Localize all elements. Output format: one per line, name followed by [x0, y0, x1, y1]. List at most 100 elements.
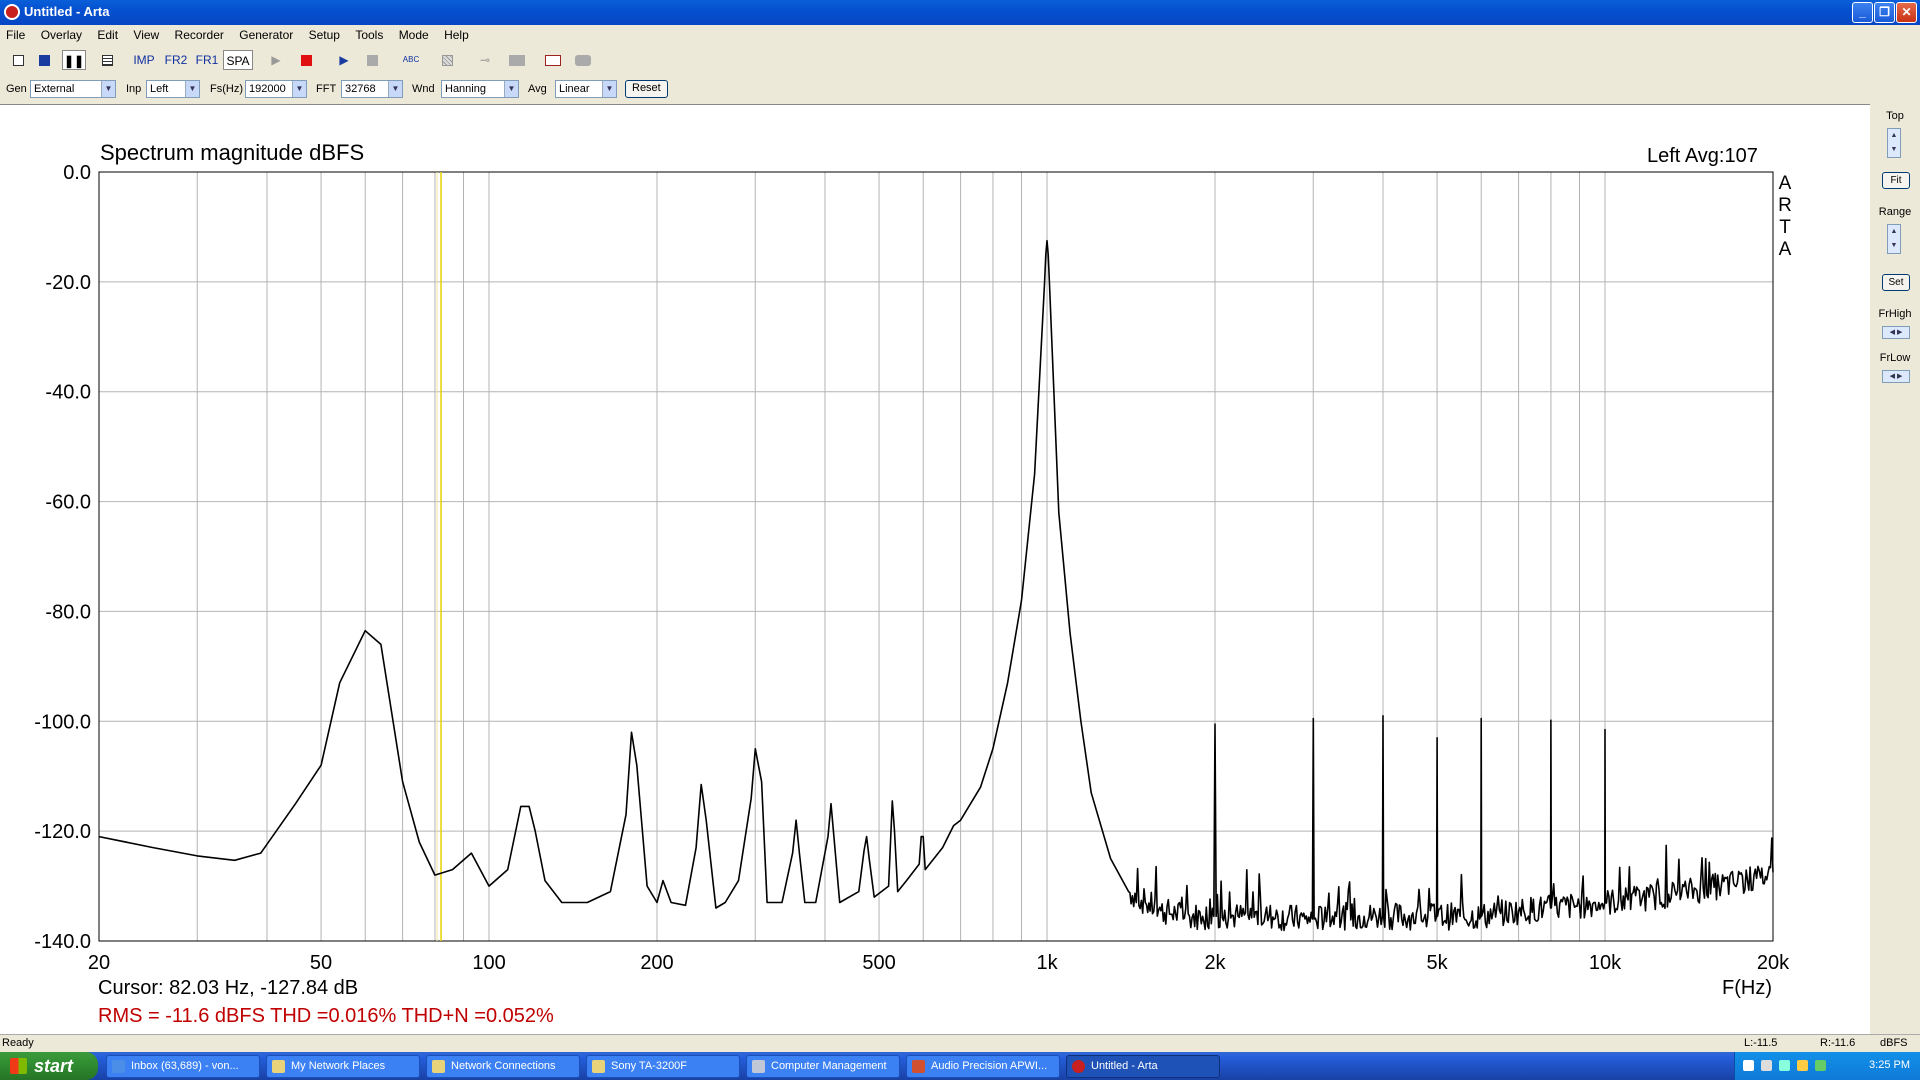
arta-icon — [1072, 1060, 1085, 1073]
fr1-mode-button[interactable]: FR1 — [193, 50, 221, 70]
audio-precision-icon — [912, 1060, 925, 1073]
reset-button[interactable]: Reset — [625, 80, 668, 98]
network-connections-icon — [432, 1060, 445, 1073]
frhigh-label: FrHigh — [1878, 308, 1912, 320]
y-tick-label: -60.0 — [45, 492, 91, 514]
pause-icon[interactable]: ❚❚ — [62, 50, 86, 70]
spa-mode-button[interactable]: SPA — [223, 50, 253, 70]
frhigh-spinner[interactable]: ◀ ▶ — [1882, 326, 1910, 339]
x-tick-label: 10k — [1589, 952, 1622, 974]
y-tick-label: -20.0 — [45, 272, 91, 294]
frlow-label: FrLow — [1879, 352, 1911, 364]
menu-generator[interactable]: Generator — [233, 25, 299, 42]
maximize-button[interactable]: ❐ — [1874, 2, 1895, 23]
fft-label: FFT — [316, 83, 337, 95]
menu-recorder[interactable]: Recorder — [169, 25, 230, 42]
imp-mode-button[interactable]: IMP — [130, 50, 158, 70]
range-label: Range — [1878, 206, 1912, 218]
avg-select[interactable]: Linear ▼ — [555, 80, 617, 98]
taskbar-item-inbox[interactable]: Inbox (63,689) - von... — [106, 1055, 260, 1078]
frequency-cursor[interactable] — [436, 172, 442, 941]
abc-icon[interactable]: ABC — [398, 50, 424, 70]
parameter-bar: Gen External ▼ Inp Left ▼ Fs(Hz) 192000 ▼ F… — [0, 78, 1920, 102]
volume-tray-icon[interactable] — [1761, 1060, 1772, 1071]
fr2-mode-button[interactable]: FR2 — [162, 50, 190, 70]
taskbar-item-audio-precision[interactable]: Audio Precision APWI... — [906, 1055, 1060, 1078]
start-button[interactable]: start — [0, 1052, 98, 1080]
folder-icon — [592, 1060, 605, 1073]
x-tick-label: 20k — [1757, 952, 1790, 974]
menu-overlay[interactable]: Overlay — [35, 25, 88, 42]
toolbar: ❚❚ IMP FR2 FR1 SPA ▶ ▶ ABC ⊸ — [0, 48, 1920, 74]
taskbar: start Inbox (63,689) - von... My Network… — [0, 1052, 1920, 1080]
gen-label: Gen — [6, 83, 27, 95]
x-tick-label: 100 — [472, 952, 505, 974]
gen-select[interactable]: External ▼ — [30, 80, 116, 98]
fs-select[interactable]: 192000 ▼ — [245, 80, 307, 98]
set-button[interactable]: Set — [1882, 274, 1910, 291]
taskbar-item-network-places[interactable]: My Network Places — [266, 1055, 420, 1078]
inp-select[interactable]: Left ▼ — [146, 80, 200, 98]
fft-select[interactable]: 32768 ▼ — [341, 80, 403, 98]
fit-button[interactable]: Fit — [1882, 172, 1910, 189]
plot-frame — [98, 171, 1774, 942]
scope-icon[interactable] — [542, 50, 564, 70]
open-file-icon[interactable] — [34, 50, 54, 70]
menu-view[interactable]: View — [127, 25, 165, 42]
signal-tray-icon[interactable] — [1815, 1060, 1826, 1071]
minimize-button[interactable]: _ — [1852, 2, 1873, 23]
inp-label: Inp — [126, 83, 142, 95]
chart-title: Spectrum magnitude dBFS — [100, 140, 365, 165]
y-tick-label: -140.0 — [34, 931, 91, 953]
menu-tools[interactable]: Tools — [349, 25, 389, 42]
menu-edit[interactable]: Edit — [91, 25, 124, 42]
x-tick-label: 50 — [310, 952, 332, 974]
status-text: Ready — [2, 1037, 34, 1049]
network-tray-icon[interactable] — [1779, 1060, 1790, 1071]
clock: 3:25 PM — [1869, 1059, 1910, 1071]
menu-setup[interactable]: Setup — [303, 25, 346, 42]
generator-stop-icon[interactable] — [362, 50, 382, 70]
help-tray-icon[interactable] — [1743, 1060, 1754, 1071]
network-places-icon — [272, 1060, 285, 1073]
taskbar-item-computer-management[interactable]: Computer Management — [746, 1055, 900, 1078]
chevron-down-icon: ▼ — [292, 81, 306, 97]
channel-average-status: Left Avg:107 — [1647, 145, 1758, 167]
y-tick-label: -120.0 — [34, 821, 91, 843]
probe-icon[interactable]: ⊸ — [474, 50, 496, 70]
close-button[interactable]: ✕ — [1896, 2, 1917, 23]
chevron-down-icon: ▼ — [504, 81, 518, 97]
spectrum-plot-area[interactable]: 20 50 100 200 500 1k 2k 5k 10k 20k 0.0 -20.0 -40.0 -… — [0, 104, 1870, 1034]
range-spinner[interactable]: ▲ ▼ — [1887, 224, 1901, 254]
taskbar-item-arta[interactable]: Untitled - Arta — [1066, 1055, 1220, 1078]
spectrum-chart[interactable]: 20 50 100 200 500 1k 2k 5k 10k 20k 0.0 -20.0 -40.0 -… — [0, 105, 1870, 1035]
x-axis-unit-label: F(Hz) — [1722, 977, 1772, 999]
y-tick-label: -100.0 — [34, 711, 91, 733]
new-file-icon[interactable] — [8, 50, 28, 70]
chevron-down-icon: ▼ — [101, 81, 115, 97]
frlow-spinner[interactable]: ◀ ▶ — [1882, 370, 1910, 383]
menu-file[interactable]: File — [0, 25, 31, 42]
top-spinner[interactable]: ▲ ▼ — [1887, 128, 1901, 158]
browser-icon — [112, 1060, 125, 1073]
generator-play-icon[interactable]: ▶ — [334, 50, 354, 70]
y-tick-label: 0.0 — [63, 162, 91, 184]
settings-icon[interactable] — [572, 50, 594, 70]
fs-label: Fs(Hz) — [210, 83, 243, 95]
cursor-readout: Cursor: 82.03 Hz, -127.84 dB — [98, 977, 359, 999]
avg-label: Avg — [528, 83, 547, 95]
chevron-down-icon: ▼ — [185, 81, 199, 97]
record-stop-icon[interactable] — [296, 50, 316, 70]
security-tray-icon[interactable] — [1797, 1060, 1808, 1071]
keyboard-icon[interactable] — [506, 50, 528, 70]
menu-mode[interactable]: Mode — [393, 25, 435, 42]
wnd-select[interactable]: Hanning ▼ — [441, 80, 519, 98]
x-tick-label: 5k — [1426, 952, 1448, 974]
taskbar-item-network-connections[interactable]: Network Connections — [426, 1055, 580, 1078]
taskbar-item-sony[interactable]: Sony TA-3200F — [586, 1055, 740, 1078]
grid-view-icon[interactable] — [96, 50, 118, 70]
measure-icon[interactable] — [436, 50, 458, 70]
menu-help[interactable]: Help — [438, 25, 475, 42]
spectrum-trace — [98, 239, 1774, 932]
play-icon[interactable]: ▶ — [266, 50, 286, 70]
